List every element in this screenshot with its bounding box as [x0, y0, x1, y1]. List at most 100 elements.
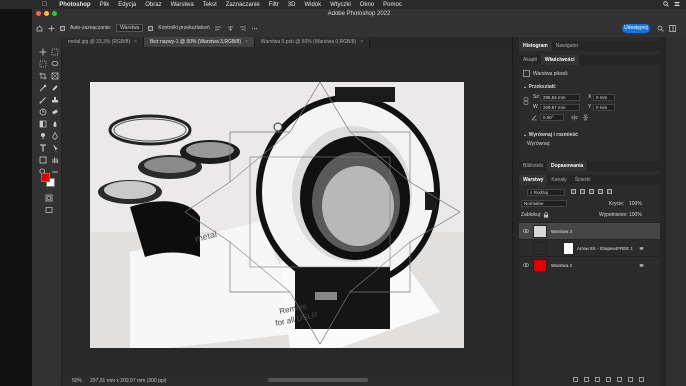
layer-filter-dropdown[interactable]: ⌕ Rodzaj	[527, 189, 565, 196]
search-icon[interactable]	[663, 1, 669, 7]
eraser-tool-icon[interactable]	[50, 107, 59, 116]
close-tab-icon[interactable]: ×	[134, 39, 137, 45]
transform-controls-checkbox[interactable]	[148, 25, 154, 31]
eyedropper-tool-icon[interactable]	[38, 83, 47, 92]
menu-layer[interactable]: Warstwa	[171, 2, 194, 8]
opacity-value[interactable]: 100%	[629, 201, 642, 207]
menu-window[interactable]: Okno	[360, 2, 374, 8]
menu-file[interactable]: Plik	[100, 2, 110, 8]
layer-name[interactable]: Warstwa 3	[551, 229, 572, 234]
auto-select-checkbox[interactable]	[60, 25, 65, 31]
tab-libraries[interactable]: Biblioteki	[519, 161, 547, 171]
tab-bez-nazwy[interactable]: Bez nazwy-1 @ 50% (Warstwa 3,RGB/8) ×	[143, 37, 255, 47]
tab-paragraph[interactable]: Akapit	[519, 55, 541, 65]
artboard-tool-icon[interactable]	[50, 47, 59, 56]
brush-tool-icon[interactable]	[38, 95, 47, 104]
crop-tool-icon[interactable]	[38, 71, 47, 80]
auto-select-dropdown[interactable]: Warstwa	[116, 24, 144, 32]
layer-name[interactable]: Arrow 8S - Shapes4FREE 1	[577, 246, 633, 251]
filter-pixel-icon[interactable]	[571, 189, 576, 194]
horizontal-scrollbar[interactable]	[268, 378, 368, 382]
flip-horizontal-icon[interactable]	[571, 114, 578, 123]
height-field[interactable]: 209,97 mm	[540, 104, 580, 111]
lasso-tool-icon[interactable]	[50, 59, 59, 68]
screen-mode-icon[interactable]	[44, 205, 53, 214]
quick-mask-icon[interactable]	[44, 193, 53, 202]
type-tool-icon[interactable]	[38, 143, 47, 152]
share-button[interactable]: Udostępnij	[622, 24, 650, 33]
menu-photoshop[interactable]: Photoshop	[59, 2, 90, 8]
foreground-color-swatch[interactable]	[41, 173, 50, 182]
tab-layers[interactable]: Warstwy	[519, 175, 548, 185]
filter-shape-icon[interactable]	[598, 189, 603, 194]
pen-tool-icon[interactable]	[50, 131, 59, 140]
new-layer-icon[interactable]	[628, 377, 633, 382]
trash-icon[interactable]	[639, 377, 644, 382]
close-tab-icon[interactable]: ×	[245, 39, 248, 45]
zoom-level[interactable]: 50%	[72, 378, 82, 384]
flip-vertical-icon[interactable]	[582, 114, 589, 123]
adjustment-layer-icon[interactable]	[606, 377, 611, 382]
tab-metal[interactable]: metal.jpg @ 33,3% (RGB/8) ×	[62, 37, 144, 47]
move-tool-icon[interactable]	[38, 47, 47, 56]
dodge-tool-icon[interactable]	[38, 131, 47, 140]
workspace-icon[interactable]	[669, 25, 676, 34]
eye-icon[interactable]	[523, 229, 529, 233]
more-options-icon[interactable]	[251, 25, 258, 32]
more-tools-icon[interactable]	[50, 167, 59, 176]
add-mask-icon[interactable]	[595, 377, 600, 382]
tab-navigator[interactable]: Nawigator	[552, 41, 583, 51]
marquee-tool-icon[interactable]	[38, 59, 47, 68]
home-icon[interactable]	[36, 25, 43, 32]
filter-smart-icon[interactable]	[607, 189, 612, 194]
menu-edit[interactable]: Edycja	[118, 2, 136, 8]
link-icon[interactable]	[523, 97, 529, 107]
document-canvas[interactable]: metal Remote for all DSLR	[90, 82, 464, 348]
tab-histogram[interactable]: Histogram	[519, 41, 552, 51]
gradient-tool-icon[interactable]	[38, 119, 47, 128]
layer-name[interactable]: Warstwa 2	[551, 263, 572, 268]
menu-view[interactable]: Widok	[304, 2, 321, 8]
eye-icon[interactable]	[523, 263, 529, 267]
layer-row[interactable]: Arrow 8S - Shapes4FREE 1	[519, 239, 661, 256]
close-tab-icon[interactable]: ×	[360, 39, 363, 45]
search-panel-icon[interactable]	[657, 25, 664, 34]
tab-adjustments[interactable]: Dopasowania	[547, 161, 588, 171]
frame-tool-icon[interactable]	[50, 71, 59, 80]
apple-icon[interactable]: 	[42, 1, 47, 8]
layer-row[interactable]: Warstwa 2	[519, 256, 661, 273]
y-field[interactable]: 0 mm	[593, 104, 615, 111]
lock-icon[interactable]	[543, 212, 549, 220]
menu-select[interactable]: Zaznaczanie	[226, 2, 260, 8]
x-field[interactable]: 0 mm	[593, 94, 615, 101]
align-right-icon[interactable]	[239, 25, 246, 32]
blend-mode-dropdown[interactable]: Normalne	[521, 200, 567, 207]
fill-value[interactable]: 100%	[629, 212, 642, 218]
menu-filter[interactable]: Filtr	[269, 2, 279, 8]
layer-row[interactable]: Warstwa 3	[519, 222, 661, 239]
tab-channels[interactable]: Kanały	[547, 175, 570, 185]
group-icon[interactable]	[617, 377, 622, 382]
healing-brush-icon[interactable]	[50, 83, 59, 92]
filter-type-icon[interactable]	[589, 189, 594, 194]
align-left-icon[interactable]	[215, 25, 222, 32]
menu-3d[interactable]: 3D	[288, 2, 296, 8]
history-brush-icon[interactable]	[38, 107, 47, 116]
path-select-icon[interactable]	[50, 143, 59, 152]
tab-warstwa0[interactable]: Warstwa 0.psb @ 50% (Warstwa 0,RGB/8) ×	[254, 37, 371, 47]
align-center-icon[interactable]	[227, 25, 234, 32]
hand-tool-icon[interactable]	[50, 155, 59, 164]
fx-icon[interactable]	[584, 377, 589, 382]
menu-help[interactable]: Pomoc	[383, 2, 402, 8]
menu-type[interactable]: Tekst	[203, 2, 217, 8]
tab-paths[interactable]: Ścieżki	[571, 175, 595, 185]
width-field[interactable]: 295,54 mm	[540, 94, 580, 101]
menu-plugins[interactable]: Wtyczki	[330, 2, 351, 8]
move-tool-option-icon[interactable]	[48, 25, 55, 32]
filter-adjust-icon[interactable]	[580, 189, 585, 194]
blur-tool-icon[interactable]	[50, 119, 59, 128]
control-center-icon[interactable]	[674, 1, 680, 7]
align-header[interactable]: ⌄ Wyrównaj i rozmieść	[523, 132, 578, 138]
link-layers-icon[interactable]	[573, 377, 578, 382]
transform-header[interactable]: ⌄ Przekształć	[523, 84, 556, 90]
